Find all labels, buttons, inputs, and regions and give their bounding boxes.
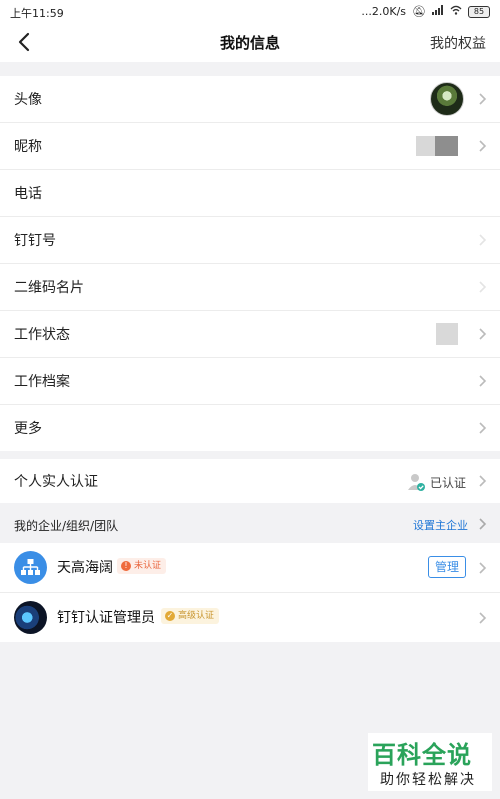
my-benefits-link[interactable]: 我的权益 (430, 33, 486, 53)
chevron-right-icon (479, 328, 487, 340)
warning-icon: ! (121, 561, 131, 571)
row-avatar[interactable]: 头像 (0, 76, 500, 123)
nickname-blurred (416, 136, 458, 156)
row-nickname[interactable]: 昵称 (0, 123, 500, 170)
org-logo-icon (14, 601, 47, 634)
verified-text: 已认证 (429, 475, 466, 490)
signal-icon (432, 5, 444, 18)
org-item[interactable]: 钉钉认证管理员 ✓ 高级认证 (0, 593, 500, 642)
row-label: 头像 (14, 92, 42, 108)
profile-list: 头像 昵称 电话 钉钉号 二维码名片 工作状态 工作档案 更多 (0, 76, 500, 451)
org-item[interactable]: 天高海阔 ! 未认证 管理 (0, 543, 500, 593)
battery-indicator: 85 (468, 5, 490, 18)
chevron-right-icon (479, 375, 487, 387)
set-main-org-link[interactable]: 设置主企业 (413, 517, 468, 533)
watermark-subtitle: 助你轻松解决 (380, 772, 476, 788)
chevron-right-icon (479, 234, 487, 246)
chevron-right-icon (479, 93, 487, 105)
row-label: 二维码名片 (14, 280, 84, 296)
org-section-header: 我的企业/组织/团队 设置主企业 (0, 506, 500, 542)
org-hierarchy-icon (14, 551, 47, 584)
net-speed: ...2.0K/s (361, 5, 407, 18)
chevron-right-icon (479, 475, 487, 487)
org-list: 天高海阔 ! 未认证 管理 钉钉认证管理员 ✓ 高级认证 (0, 543, 500, 642)
row-dingtalk-id[interactable]: 钉钉号 (0, 217, 500, 264)
wifi-icon (450, 5, 462, 18)
row-label: 钉钉号 (14, 233, 56, 249)
row-phone[interactable]: 电话 (0, 170, 500, 217)
row-identity-verification[interactable]: 个人实人认证 已认证 (0, 459, 500, 503)
chevron-right-icon (479, 518, 487, 530)
row-label: 电话 (14, 186, 42, 202)
unverified-badge: ! 未认证 (117, 558, 167, 574)
avatar (430, 82, 464, 116)
chevron-right-icon (479, 281, 487, 293)
org-name: 天高海阔 (57, 560, 113, 576)
status-bar: 上午11:59 ...2.0K/s 🔕︎ 85 (0, 0, 500, 24)
chevron-right-icon (479, 140, 487, 152)
chevron-right-icon (479, 561, 487, 574)
org-section-title: 我的企业/组织/团队 (14, 519, 119, 533)
row-label: 昵称 (14, 139, 42, 155)
row-work-profile[interactable]: 工作档案 (0, 358, 500, 405)
row-work-status[interactable]: 工作状态 (0, 311, 500, 358)
nav-bar: 我的信息 我的权益 (0, 24, 500, 62)
row-qr-card[interactable]: 二维码名片 (0, 264, 500, 311)
work-status-blurred (436, 323, 458, 345)
row-more[interactable]: 更多 (0, 405, 500, 451)
verified-user-icon (407, 474, 425, 491)
row-label: 工作状态 (14, 327, 70, 343)
row-label: 更多 (14, 421, 42, 437)
row-label: 个人实人认证 (14, 474, 98, 490)
manage-button[interactable]: 管理 (428, 556, 466, 578)
watermark-title: 百科全说 (372, 741, 472, 769)
status-time: 上午11:59 (10, 7, 64, 20)
check-badge-icon: ✓ (165, 611, 175, 621)
chevron-right-icon (479, 422, 487, 434)
status-indicators: ...2.0K/s 🔕︎ 85 (361, 5, 490, 18)
org-name: 钉钉认证管理员 (57, 610, 155, 626)
watermark: 百科全说 助你轻松解决 (368, 733, 492, 791)
verification-status: 已认证 (406, 472, 466, 492)
page-title: 我的信息 (219, 34, 280, 52)
mute-icon: 🔕︎ (412, 5, 426, 18)
advanced-verified-badge: ✓ 高级认证 (161, 608, 220, 624)
row-label: 工作档案 (14, 374, 70, 390)
chevron-right-icon (479, 611, 487, 624)
